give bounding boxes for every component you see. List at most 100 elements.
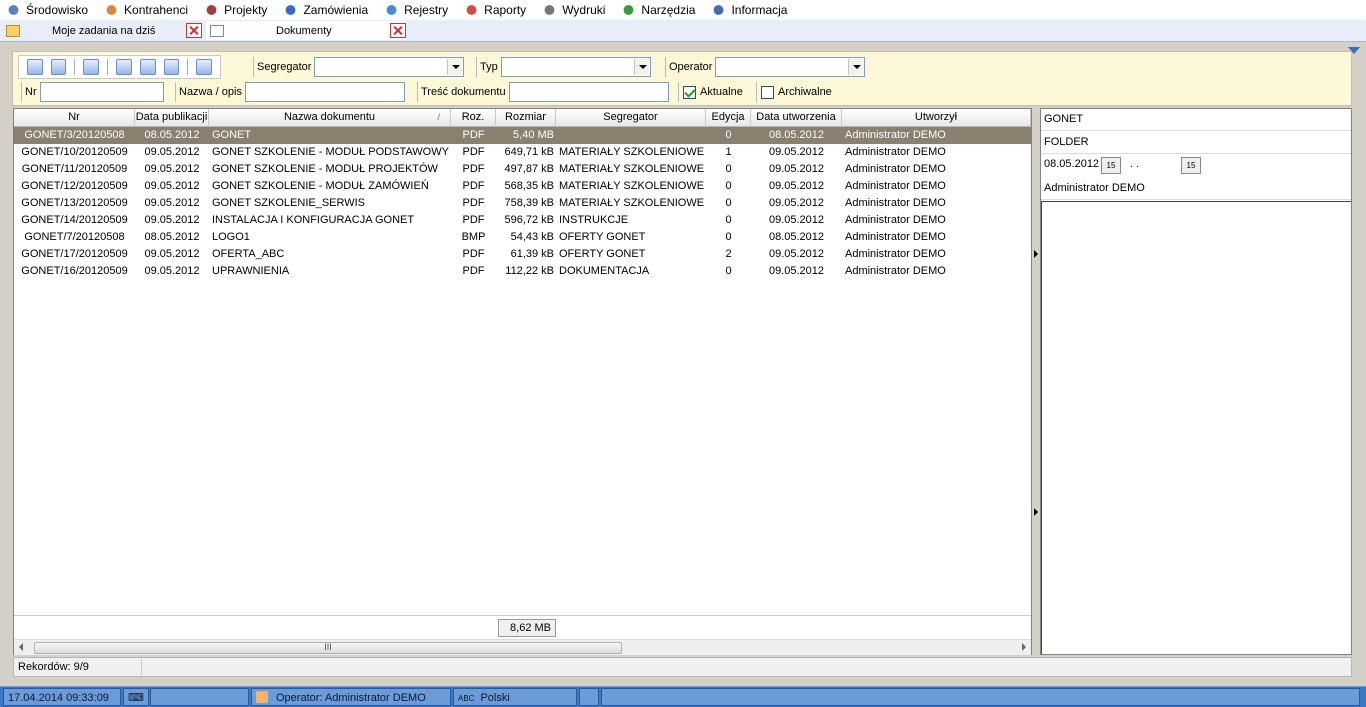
calendar-icon[interactable]: 15 <box>1101 157 1121 174</box>
menu-item-1[interactable]: Środowisko <box>4 1 94 19</box>
table-cell: Administrator DEMO <box>845 146 946 158</box>
toolbar-separator <box>107 59 109 75</box>
column-label: Nr <box>68 111 80 123</box>
menu-item-9[interactable]: Informacja <box>709 1 793 19</box>
horizontal-scrollbar[interactable]: III <box>14 639 1031 655</box>
chevron-down-icon[interactable] <box>447 59 463 75</box>
view-icon[interactable] <box>27 59 43 75</box>
column-header[interactable]: Nazwa dokumentu / <box>209 109 451 127</box>
aktualne-checkbox[interactable]: Aktualne <box>678 80 746 104</box>
nr-input[interactable] <box>39 82 164 102</box>
archiwalne-checkbox[interactable]: Archiwalne <box>756 80 835 104</box>
chevron-down-icon[interactable] <box>848 59 864 75</box>
table-cell: GONET/17/20120509 <box>21 248 128 260</box>
scroll-left-icon[interactable] <box>19 643 23 651</box>
delete-icon[interactable] <box>196 59 212 75</box>
recycle-icon[interactable] <box>163 59 180 75</box>
column-header[interactable]: Utworzył <box>842 109 1031 127</box>
column-label: Data utworzenia <box>756 111 836 123</box>
table-cell: GONET/14/20120509 <box>21 214 128 226</box>
table-row[interactable]: GONET/11/20120509 09.05.2012 GONET SZKOLEN… <box>14 161 1031 178</box>
column-header[interactable]: Rozmiar <box>496 109 556 127</box>
column-header[interactable]: Segregator <box>556 109 706 127</box>
arrow-right-icon[interactable] <box>1034 508 1038 516</box>
arrow-right-icon[interactable] <box>1034 250 1038 258</box>
tresc-input[interactable] <box>508 82 669 102</box>
segregator-select[interactable] <box>314 57 465 77</box>
table-cell <box>556 127 706 144</box>
table-row[interactable]: GONET/14/20120509 09.05.2012 INSTALACJA I … <box>14 212 1031 229</box>
tools-icon <box>621 3 637 17</box>
table-cell: 0 <box>725 163 732 175</box>
table-cell: 08.05.2012 <box>768 231 825 243</box>
table-cell: 0 <box>725 197 732 209</box>
tab-moje-zadania[interactable]: Moje zadania na dziś <box>2 21 202 40</box>
table-cell: Administrator DEMO <box>845 197 946 209</box>
printer-icon <box>542 3 558 17</box>
add-document-icon[interactable] <box>83 59 100 75</box>
tresc-label: Treść dokumentu <box>417 82 509 102</box>
scroll-thumb[interactable]: III <box>34 642 622 654</box>
column-header[interactable]: Nr <box>14 109 135 127</box>
panel-splitter[interactable] <box>1032 108 1040 655</box>
table-cell: Administrator DEMO <box>845 163 946 175</box>
table-cell: 09.05.2012 <box>768 163 825 175</box>
table-cell: DOKUMENTACJA <box>559 265 650 277</box>
column-header[interactable]: Edycja <box>706 109 751 127</box>
menu-item-2[interactable]: Kontrahenci <box>102 1 194 19</box>
operator-select[interactable] <box>715 57 866 77</box>
nr-label: Nr <box>21 82 40 102</box>
typ-select[interactable] <box>500 57 651 77</box>
copy-icon[interactable] <box>139 59 156 75</box>
checkbox-archiwalne[interactable] <box>761 85 774 99</box>
menu-item-6[interactable]: Raporty <box>462 1 532 19</box>
status-empty <box>601 688 1360 706</box>
table-row[interactable]: GONET/13/20120509 09.05.2012 GONET SZKOLEN… <box>14 195 1031 212</box>
table-row[interactable]: GONET/17/20120509 09.05.2012 OFERTA_ABC PDF… <box>14 246 1031 263</box>
language-text: Polski <box>480 692 510 704</box>
status-bar: 17.04.2014 09:33:09 ⌨ Operator: Administ… <box>0 686 1366 707</box>
segregator-value <box>315 61 318 73</box>
status-empty <box>579 688 599 706</box>
edit-icon[interactable] <box>116 59 132 75</box>
scroll-right-icon[interactable] <box>1022 643 1026 651</box>
table-row[interactable]: GONET/12/20120509 09.05.2012 GONET SZKOLEN… <box>14 178 1031 195</box>
table-row[interactable]: GONET/10/20120509 09.05.2012 GONET SZKOLEN… <box>14 144 1031 161</box>
archiwalne-label: Archiwalne <box>778 86 832 98</box>
table-cell: PDF <box>462 163 485 175</box>
calendar-icon[interactable]: 15 <box>1181 157 1201 174</box>
table-row[interactable]: GONET/3/20120508 08.05.2012 GONET PDF 5,40 M… <box>14 127 1031 144</box>
menu-item-4[interactable]: Zamówienia <box>281 1 374 19</box>
documents-grid: Nr Data publikacji Nazwa dokumentu / Roz. Roz… <box>13 108 1032 655</box>
open-icon[interactable] <box>50 59 67 75</box>
table-row[interactable]: GONET/7/20120508 08.05.2012 LOGO1 BMP 54,43 … <box>14 229 1031 246</box>
chart-icon <box>464 3 480 17</box>
close-tab-icon[interactable] <box>186 23 202 38</box>
column-header[interactable]: Roz. <box>451 109 496 127</box>
table-row[interactable]: GONET/16/20120509 09.05.2012 UPRAWNIENIA PD… <box>14 263 1031 280</box>
column-header[interactable]: Data publikacji <box>135 109 209 127</box>
menu-label: Rejestry <box>404 3 449 17</box>
document-pen-icon <box>210 24 224 37</box>
detail-notes[interactable] <box>1041 201 1351 654</box>
menu-item-7[interactable]: Wydruki <box>540 1 611 19</box>
table-cell: 09.05.2012 <box>768 214 825 226</box>
column-header[interactable]: Data utworzenia <box>751 109 842 127</box>
table-cell: 54,43 kB <box>510 231 554 243</box>
date-field-empty[interactable]: . . <box>1127 156 1139 175</box>
table-cell: Administrator DEMO <box>845 214 946 226</box>
menu-label: Narzędzia <box>641 3 696 17</box>
menu-item-8[interactable]: Narzędzia <box>619 1 701 19</box>
menu-item-5[interactable]: Rejestry <box>382 1 454 19</box>
table-cell: BMP <box>461 231 486 243</box>
menu-item-3[interactable]: Projekty <box>202 1 273 19</box>
nazwa-input[interactable] <box>244 82 405 102</box>
detail-author: Administrator DEMO <box>1041 178 1351 200</box>
table-cell: 1 <box>725 146 732 158</box>
checkbox-aktualne[interactable] <box>683 85 696 99</box>
date-field[interactable]: 08.05.2012 <box>1041 156 1099 175</box>
table-cell: Administrator DEMO <box>845 265 946 277</box>
tab-dokumenty[interactable]: Dokumenty <box>206 21 406 40</box>
chevron-down-icon[interactable] <box>633 59 649 75</box>
close-tab-icon[interactable] <box>390 23 406 38</box>
